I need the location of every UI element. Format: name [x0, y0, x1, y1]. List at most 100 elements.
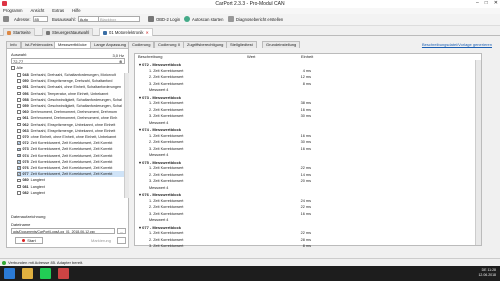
list-item-checkbox[interactable]: ✓ — [17, 166, 21, 170]
tab-codierung-ii[interactable]: Codierung II — [154, 41, 184, 48]
connected-icon — [2, 261, 6, 265]
address-group: Adresse: 85 — [14, 16, 48, 22]
list-item-checkbox[interactable]: ✓ — [17, 160, 21, 164]
table-row-unit: 12 ms — [300, 75, 311, 79]
autoscan-button[interactable]: Autoscan starten — [184, 16, 223, 22]
explorer-icon[interactable] — [22, 268, 33, 279]
block-group-header[interactable]: ▾ 075 - Messwertblock — [139, 160, 181, 165]
table-row-label: 1. Zeit Korrekturwert — [149, 198, 184, 203]
list-item[interactable]: ✓ 072 Zeit Korrekturwert, Zeit Korrekturwe… — [17, 140, 127, 146]
list-item-checkbox[interactable] — [17, 110, 21, 114]
list-item[interactable]: 051 Drehzahl, Drehzahl, ohne Einheit, Sch… — [17, 84, 127, 90]
list-item[interactable]: 081 Langtext — [17, 184, 127, 190]
list-item[interactable]: ✓ 075 Zeit Korrekturwert, Zeit Korrekturwe… — [17, 159, 127, 165]
tab-ist-fehlercodes[interactable]: Ist-Fehlercodes — [21, 41, 57, 48]
list-item[interactable]: 048 Drehzahl, Drehzahl, Schaltanforderung… — [17, 72, 127, 78]
table-row-unit: 22 ms — [300, 231, 311, 235]
tab-zugriffsberechtigung[interactable]: Zugriffsberechtigung — [183, 41, 228, 48]
list-item[interactable]: ✓ 074 Zeit Korrekturwert, Zeit Korrekturwe… — [17, 153, 127, 159]
list-item-code: 072 — [22, 141, 29, 146]
list-item[interactable]: ✓ 076 Zeit Korrekturwert, Zeit Korrekturwe… — [17, 165, 127, 171]
list-item[interactable]: 050 Drehzahl, Einspritzmenge, Drehzahl, S… — [17, 78, 127, 84]
list-item-checkbox[interactable] — [17, 191, 21, 195]
list-item-checkbox[interactable] — [17, 116, 21, 121]
list-item-checkbox[interactable] — [17, 129, 21, 133]
list-item[interactable]: 082 Langtext — [17, 190, 127, 196]
block-group-header[interactable]: ▾ 074 - Messwertblock — [139, 127, 181, 132]
home-icon — [7, 30, 11, 35]
list-item[interactable]: 058 Drehzahl, Geschwindigkeit, Schaltanfo… — [17, 97, 127, 103]
close-icon[interactable]: ✕ — [494, 0, 498, 6]
block-group-header[interactable]: ▾ 077 - Messwertblock — [139, 225, 181, 230]
address-input[interactable]: 85 — [32, 16, 48, 22]
list-item-checkbox[interactable]: ✓ — [17, 141, 21, 145]
baud-select[interactable]: Auto — [77, 16, 100, 22]
tab-info[interactable]: Info — [6, 41, 21, 48]
tab-motorelektronik[interactable]: 01 Motorelektronik ✕ — [99, 28, 153, 36]
extra-select[interactable]: Blackbox — [98, 16, 140, 22]
list-item[interactable]: 059 Drehzahl, Geschwindigkeit, Schaltanfo… — [17, 103, 127, 109]
list-item[interactable]: ✓ 073 Zeit Korrekturwert, Zeit Korrekturwe… — [17, 146, 127, 152]
table-scrollbar[interactable] — [475, 60, 481, 245]
select-all-checkbox[interactable] — [11, 66, 15, 70]
file-input[interactable]: ads/Documents/CarPort/Logs/Log_01_2018-0… — [11, 228, 115, 234]
block-group-header[interactable]: ▾ 073 - Messwertblock — [139, 95, 181, 100]
list-item-checkbox[interactable]: ✓ — [17, 147, 21, 152]
tray-date: 12.06.2018 — [478, 273, 496, 277]
start-icon[interactable] — [4, 268, 15, 279]
start-button[interactable]: Start — [15, 237, 43, 244]
block-group-header[interactable]: ▾ 076 - Messwertblock — [139, 192, 181, 197]
obd-login-button[interactable]: OBD-2 Login — [148, 16, 180, 22]
tab-codierung[interactable]: Codierung — [128, 41, 155, 48]
close-tab-icon[interactable]: ✕ — [145, 30, 149, 35]
tab-steuergeraet[interactable]: Steuergerätauswahl — [42, 28, 94, 36]
select-all-row[interactable]: Alle — [11, 66, 23, 70]
browser-icon[interactable] — [40, 268, 51, 279]
list-item-checkbox[interactable] — [17, 73, 21, 77]
maximize-icon[interactable]: □ — [485, 0, 488, 6]
list-item[interactable]: 060 Drehmoment, Drehmoment, Drehmoment, D… — [17, 109, 127, 115]
list-item-code: 082 — [22, 190, 29, 195]
tab-lange-anpassung[interactable]: Lange Anpassung — [90, 41, 131, 48]
table-row-unit: 30 ms — [300, 114, 311, 118]
list-item-checkbox[interactable] — [17, 184, 21, 189]
list-item[interactable]: 063 Drehzahl, Einspritzmenge, Unbekannt, … — [17, 128, 127, 134]
list-item-text: Drehzahl, Einspritzmenge, Drehzahl, Scha… — [30, 79, 113, 84]
list-scrollbar[interactable] — [124, 73, 129, 198]
clear-search-icon[interactable]: ⊗ — [119, 59, 122, 64]
list-item-checkbox[interactable] — [17, 122, 21, 127]
tab-startseite[interactable]: Startseite — [3, 28, 35, 36]
list-item-checkbox[interactable]: ✓ — [17, 153, 21, 158]
auswahl-input[interactable]: 72-77 — [11, 58, 125, 64]
list-item[interactable]: 056 Drehzahl, Temperatur, ohne Einheit, U… — [17, 91, 127, 97]
diag-report-button[interactable]: Diagnosebericht erstellen — [228, 16, 283, 22]
marker-input[interactable] — [117, 237, 126, 244]
list-item-checkbox[interactable]: ✓ — [17, 172, 21, 176]
list-item[interactable]: 070 ohne Einheit, ohne Einheit, ohne Einh… — [17, 134, 127, 140]
minimize-icon[interactable]: – — [476, 0, 479, 6]
measure-block-panel: Auswahl: 3,0 Hz 72-77 ⊗ Alle 048 Drehzahl… — [6, 48, 129, 248]
generate-template-link[interactable]: Beschreibungsdatei/Vorlage generieren — [422, 42, 492, 47]
list-item-checkbox[interactable] — [17, 178, 21, 183]
tab-stellgliedtest[interactable]: Stellgliedtest — [226, 41, 257, 48]
list-item[interactable]: ✓ 077 Zeit Korrekturwert, Zeit Korrekturwe… — [17, 171, 127, 178]
settings-button[interactable] — [3, 16, 9, 22]
list-item[interactable]: 080 Langtext — [17, 177, 127, 183]
list-item-checkbox[interactable] — [17, 104, 21, 108]
list-item[interactable]: 061 Drehmoment, Drehmoment, Drehmoment, o… — [17, 115, 127, 121]
list-item[interactable]: 062 Drehzahl, Einspritzmenge, Unbekannt, … — [17, 122, 127, 128]
block-group-header[interactable]: ▾ 072 - Messwertblock — [139, 62, 181, 67]
list-item-text: Langtext — [30, 178, 45, 183]
browse-button[interactable]: … — [117, 228, 126, 234]
address-label: Adresse: — [14, 16, 31, 22]
list-item-checkbox[interactable] — [17, 98, 21, 102]
list-item-text: Zeit Korrekturwert, Zeit Korrekturwert, … — [30, 172, 113, 177]
list-item-text: Zeit Korrekturwert, Zeit Korrekturwert, … — [30, 141, 113, 146]
list-item-checkbox[interactable] — [17, 85, 21, 90]
carport-taskbar-icon[interactable] — [58, 268, 69, 279]
list-item-checkbox[interactable] — [17, 79, 21, 83]
list-item-checkbox[interactable] — [17, 135, 21, 139]
tab-grundeinstellung[interactable]: Grundeinstellung — [262, 41, 301, 48]
list-item-checkbox[interactable] — [17, 91, 21, 96]
table-row-unit: 22 ms — [300, 166, 311, 170]
